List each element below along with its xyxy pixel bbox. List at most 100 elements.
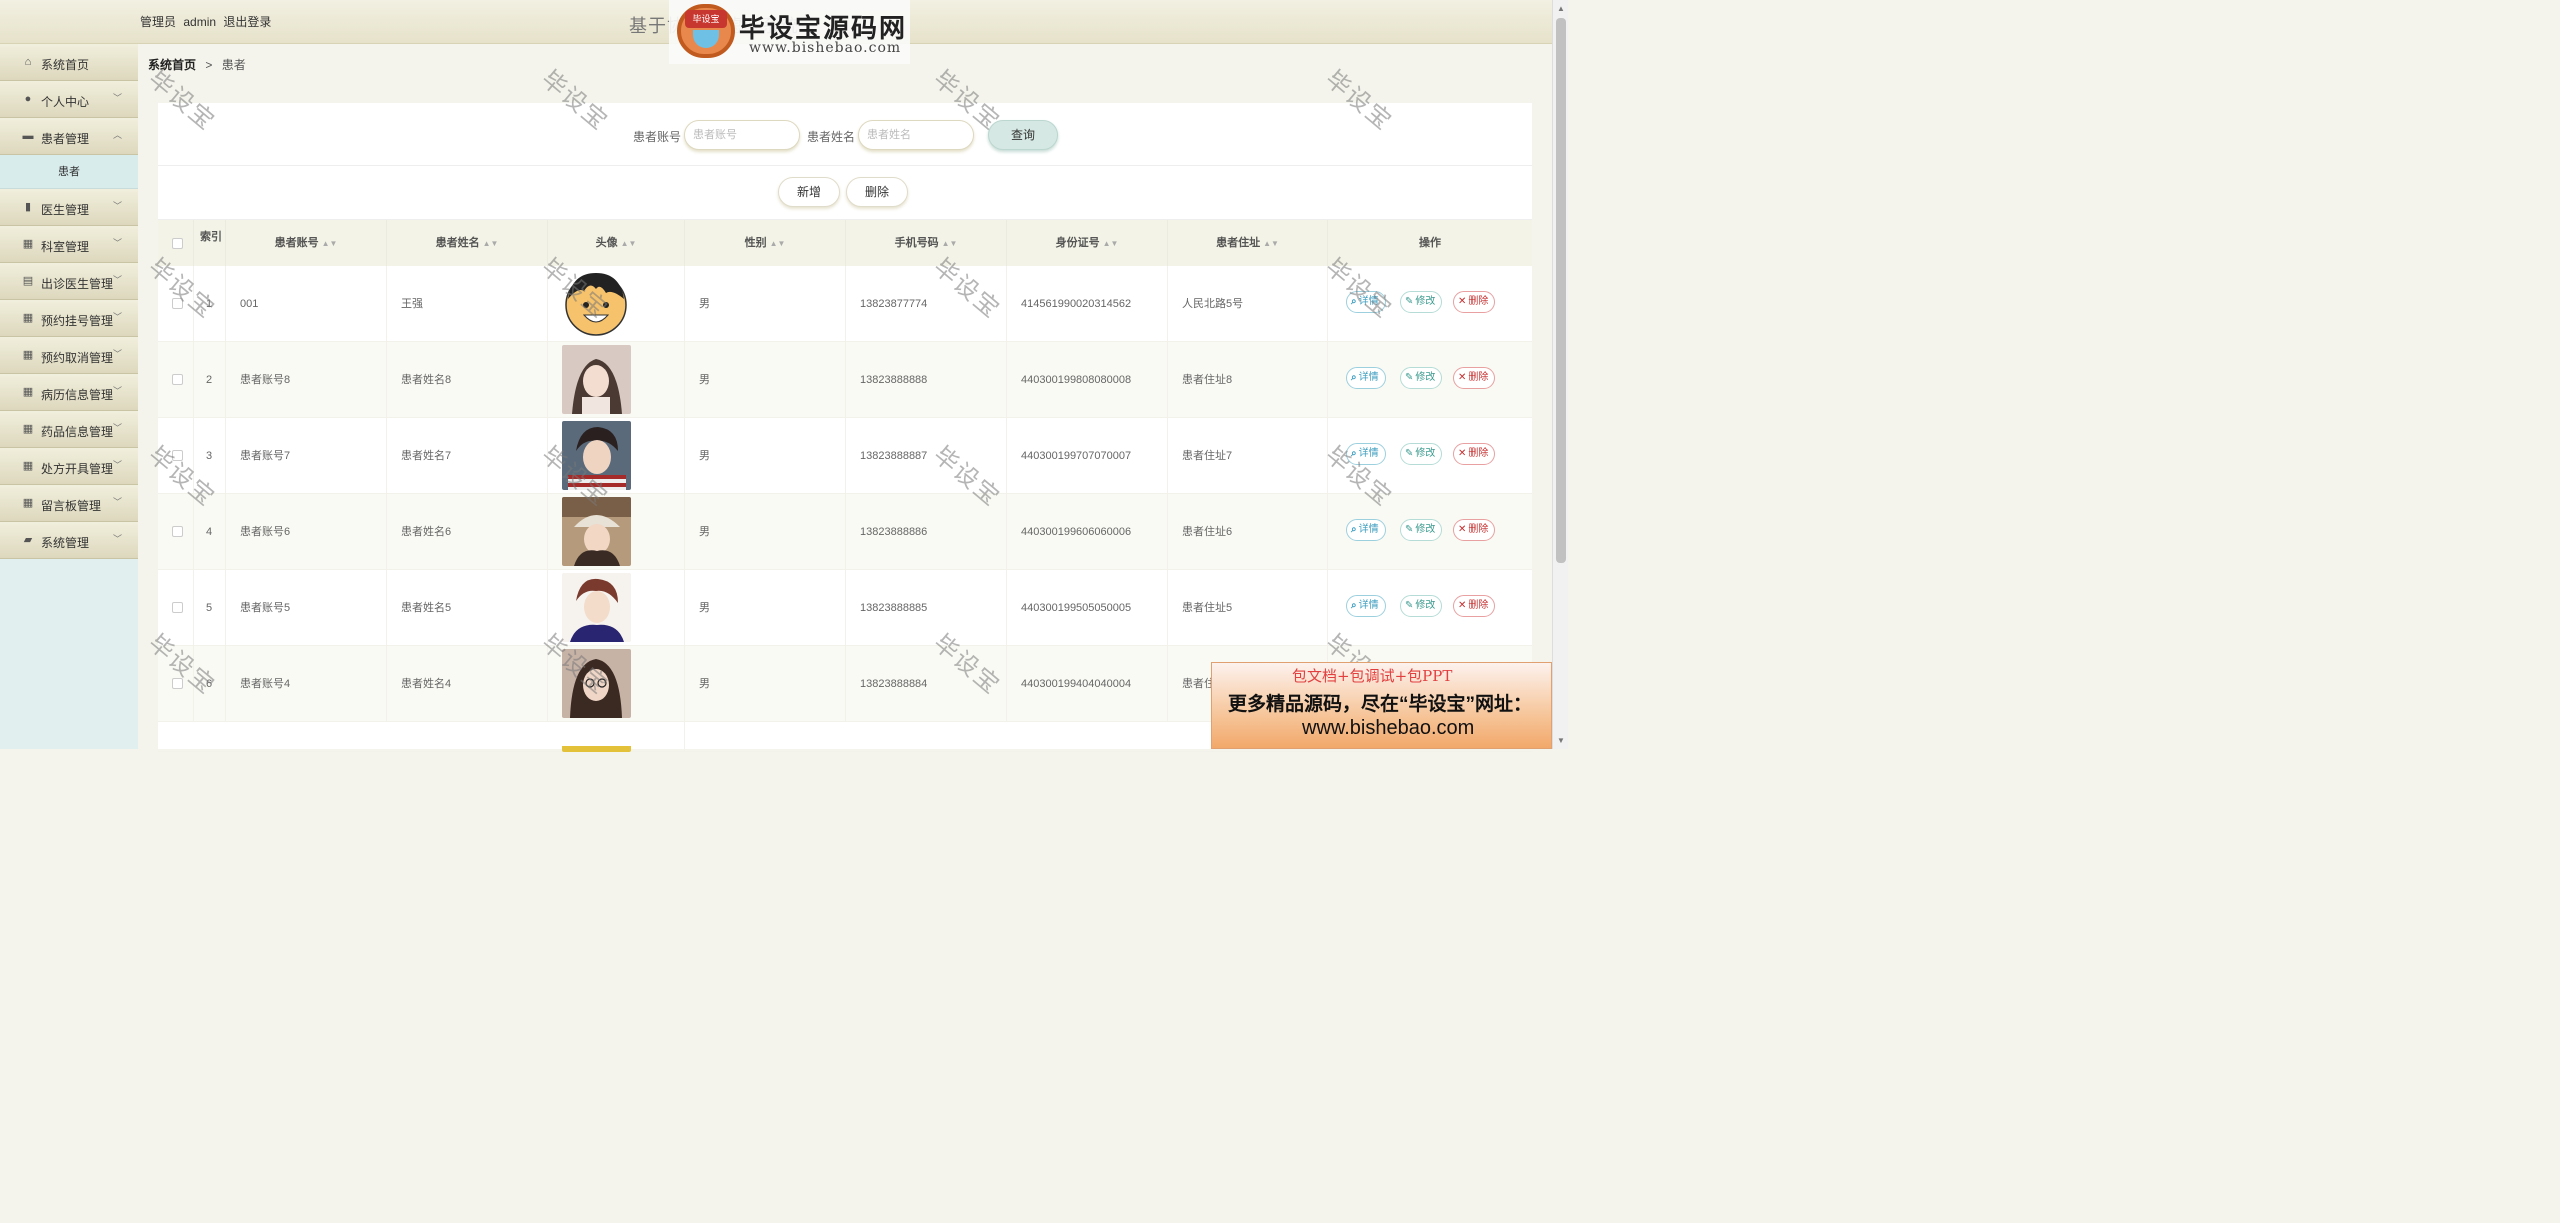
grid-icon: ▦: [22, 497, 34, 509]
sidebar-item-message-board-management[interactable]: ▦ 留言板管理 ﹀: [0, 485, 138, 522]
cell-name: 患者姓名8: [387, 342, 548, 418]
avatar-image: [562, 269, 631, 338]
row-select-cell: [158, 418, 194, 494]
sidebar-item-appointment-cancel-management[interactable]: ▦ 预约取消管理 ﹀: [0, 337, 138, 374]
edit-button[interactable]: ✎ 修改: [1400, 595, 1443, 617]
detail-button[interactable]: ⌕ 详情: [1346, 291, 1386, 313]
sidebar-item-personal-center[interactable]: ● 个人中心 ﹀: [0, 81, 138, 118]
sidebar-item-patient-management[interactable]: ▬ 患者管理 ︿: [0, 118, 138, 155]
cell-index: 2: [194, 342, 226, 418]
action-bar: 新增 删除: [158, 167, 1532, 219]
pencil-icon: ✎: [1405, 372, 1414, 383]
cell-gender: 男: [685, 418, 846, 494]
column-header-ops: 操作: [1419, 237, 1441, 249]
row-checkbox[interactable]: [172, 602, 183, 613]
delete-button[interactable]: ✕ 删除: [1453, 367, 1496, 389]
column-header-account[interactable]: 患者账号 ▲▼: [226, 220, 387, 267]
column-header-name[interactable]: 患者姓名 ▲▼: [387, 220, 548, 267]
breadcrumb-current: 患者: [221, 58, 246, 72]
sidebar-item-appointment-management[interactable]: ▦ 预约挂号管理 ﹀: [0, 300, 138, 337]
ad-banner[interactable]: 包文档+包调试+包PPT 更多精品源码，尽在“毕设宝”网址： www.bishe…: [1211, 662, 1552, 749]
grid-icon: ▦: [22, 349, 34, 361]
edit-button[interactable]: ✎ 修改: [1400, 519, 1443, 541]
sidebar-item-home[interactable]: ⌂ 系统首页: [0, 44, 138, 81]
detail-button[interactable]: ⌕ 详情: [1346, 595, 1386, 617]
delete-button[interactable]: ✕ 删除: [1453, 595, 1496, 617]
close-icon: ✕: [1458, 296, 1467, 307]
cell-address: 患者住址5: [1168, 570, 1328, 646]
scrollbar-thumb[interactable]: [1556, 18, 1566, 563]
account-search-input[interactable]: [684, 120, 800, 150]
cell-address: 患者住址6: [1168, 494, 1328, 570]
delete-label: 删除: [1468, 524, 1489, 535]
row-checkbox[interactable]: [172, 298, 183, 309]
cell-id-card: 440300199707070007: [1007, 418, 1168, 494]
cell-index: 4: [194, 494, 226, 570]
delete-button[interactable]: ✕ 删除: [1453, 291, 1496, 313]
sidebar-item-department-management[interactable]: ▦ 科室管理 ﹀: [0, 226, 138, 263]
bed-icon: ▬: [22, 130, 34, 142]
sidebar-item-prescription-management[interactable]: ▦ 处方开具管理 ﹀: [0, 448, 138, 485]
sort-icon[interactable]: ▲▼: [770, 239, 786, 248]
sort-icon[interactable]: ▲▼: [942, 239, 958, 248]
column-header-address[interactable]: 患者住址 ▲▼: [1168, 220, 1328, 267]
detail-button[interactable]: ⌕ 详情: [1346, 519, 1386, 541]
detail-button[interactable]: ⌕ 详情: [1346, 367, 1386, 389]
detail-label: 详情: [1358, 524, 1379, 535]
delete-button[interactable]: ✕ 删除: [1453, 443, 1496, 465]
vertical-scrollbar[interactable]: ▲ ▼: [1552, 0, 1568, 749]
add-button[interactable]: 新增: [778, 177, 840, 207]
select-all-checkbox[interactable]: [172, 238, 183, 249]
cell-account: 患者账号5: [226, 570, 387, 646]
detail-button[interactable]: ⌕ 详情: [1346, 443, 1386, 465]
column-header-label: 身份证号: [1055, 237, 1100, 249]
row-checkbox[interactable]: [172, 374, 183, 385]
row-checkbox[interactable]: [172, 450, 183, 461]
logo-badge: 毕设宝: [685, 10, 727, 28]
sidebar-item-doctor-management[interactable]: ▮ 医生管理 ﹀: [0, 189, 138, 226]
column-header-avatar[interactable]: 头像 ▲▼: [548, 220, 685, 267]
sidebar-item-visiting-doctor-management[interactable]: ▤ 出诊医生管理 ﹀: [0, 263, 138, 300]
sidebar-item-medical-record-management[interactable]: ▦ 病历信息管理 ﹀: [0, 374, 138, 411]
row-checkbox[interactable]: [172, 526, 183, 537]
chevron-down-icon: ﹀: [112, 275, 122, 285]
cell-gender: 男: [685, 646, 846, 722]
submenu-item-patient[interactable]: 患者: [0, 155, 138, 189]
scroll-up-icon[interactable]: ▲: [1557, 4, 1565, 13]
edit-button[interactable]: ✎ 修改: [1400, 291, 1443, 313]
cell-ops: ⌕ 详情 ✎ 修改 ✕ 删除: [1328, 494, 1532, 570]
pencil-icon: ✎: [1405, 296, 1414, 307]
scroll-down-icon[interactable]: ▼: [1557, 736, 1565, 745]
delete-label: 删除: [1468, 600, 1489, 611]
sidebar-item-label: 出诊医生管理: [41, 277, 114, 291]
table-row: 5 患者账号5 患者姓名5 男 13823888885 440300199505…: [158, 570, 1532, 646]
sort-icon[interactable]: ▲▼: [322, 239, 338, 248]
cell-address: 患者住址7: [1168, 418, 1328, 494]
name-search-input[interactable]: [858, 120, 974, 150]
edit-button[interactable]: ✎ 修改: [1400, 367, 1443, 389]
pencil-icon: ✎: [1405, 524, 1414, 535]
batch-delete-button[interactable]: 删除: [846, 177, 908, 207]
query-button[interactable]: 查询: [988, 120, 1058, 150]
sort-icon[interactable]: ▲▼: [621, 239, 637, 248]
avatar-image: [562, 421, 631, 490]
row-checkbox[interactable]: [172, 678, 183, 689]
edit-button[interactable]: ✎ 修改: [1400, 443, 1443, 465]
sort-icon[interactable]: ▲▼: [1263, 239, 1279, 248]
sort-icon[interactable]: ▲▼: [483, 239, 499, 248]
cell-ops: ⌕ 详情 ✎ 修改 ✕ 删除: [1328, 418, 1532, 494]
sidebar-item-label: 预约取消管理: [41, 351, 114, 365]
clipboard-icon: ▤: [22, 275, 34, 287]
sort-icon[interactable]: ▲▼: [1103, 239, 1119, 248]
column-header-id-card[interactable]: 身份证号 ▲▼: [1007, 220, 1168, 267]
ad-line-3: www.bishebao.com: [1302, 717, 1475, 739]
column-header-phone[interactable]: 手机号码 ▲▼: [846, 220, 1007, 267]
breadcrumb-home[interactable]: 系统首页: [148, 58, 196, 72]
sidebar-item-system-management[interactable]: ▰ 系统管理 ﹀: [0, 522, 138, 559]
column-header-gender[interactable]: 性别 ▲▼: [685, 220, 846, 267]
sidebar-item-medicine-management[interactable]: ▦ 药品信息管理 ﹀: [0, 411, 138, 448]
delete-button[interactable]: ✕ 删除: [1453, 519, 1496, 541]
sidebar-item-label: 处方开具管理: [41, 462, 114, 476]
logout-link[interactable]: 退出登录: [223, 15, 271, 29]
column-header-label: 患者住址: [1216, 237, 1261, 249]
